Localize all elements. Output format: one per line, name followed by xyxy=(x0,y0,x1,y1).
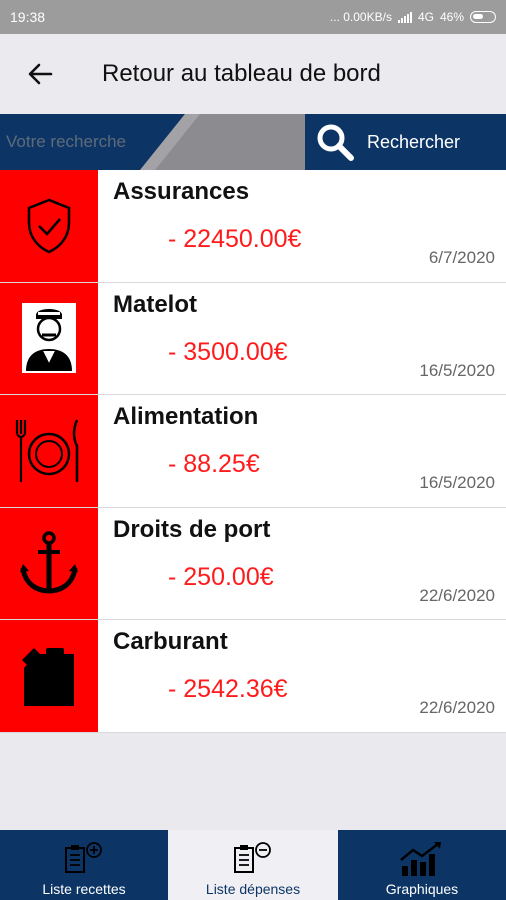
search-button-label: Rechercher xyxy=(367,131,461,152)
expense-name: Carburant xyxy=(113,628,228,655)
expense-amount: - 250.00€ xyxy=(168,562,274,591)
expense-date: 16/5/2020 xyxy=(419,360,495,380)
page-title[interactable]: Retour au tableau de bord xyxy=(102,60,381,88)
list-item[interactable]: Alimentation - 88.25€ 16/5/2020 xyxy=(0,395,506,508)
network-speed: ... 0.00KB/s xyxy=(329,10,392,24)
battery-icon xyxy=(470,11,496,23)
shield-check-icon xyxy=(27,198,71,254)
tab-liste-depenses[interactable]: Liste dépenses xyxy=(168,830,338,900)
category-icon-box xyxy=(0,170,98,282)
bottom-navigation: Liste recettes Liste dépenses Graphiques xyxy=(0,830,506,900)
search-button[interactable]: Rechercher xyxy=(305,114,506,170)
category-icon-box xyxy=(0,282,98,394)
category-icon-box xyxy=(0,395,98,507)
fuel-can-icon xyxy=(22,647,74,706)
chart-icon xyxy=(400,842,441,876)
list-item[interactable]: Carburant - 2542.36€ 22/6/2020 xyxy=(0,620,506,733)
search-input[interactable] xyxy=(0,114,305,170)
list-item[interactable]: Droits de port - 250.00€ 22/6/2020 xyxy=(0,507,506,620)
tab-label: Liste dépenses xyxy=(205,881,301,897)
clipboard-minus-icon xyxy=(234,842,271,873)
tab-label: Liste recettes xyxy=(42,881,126,897)
expense-date: 6/7/2020 xyxy=(428,248,495,267)
battery-percent: 46% xyxy=(439,10,464,24)
expense-amount: - 22450.00€ xyxy=(168,225,302,253)
category-icon-box xyxy=(0,507,98,619)
back-button[interactable] xyxy=(0,34,80,114)
expense-amount: - 2542.36€ xyxy=(168,675,288,703)
search-bar: Rechercher xyxy=(0,114,506,170)
tab-graphiques[interactable]: Graphiques xyxy=(338,830,506,900)
tab-liste-recettes[interactable]: Liste recettes xyxy=(0,830,168,900)
category-icon-box xyxy=(0,620,98,732)
search-icon xyxy=(317,124,354,161)
sailor-icon xyxy=(22,303,76,374)
expense-name: Alimentation xyxy=(113,403,259,430)
expense-name: Matelot xyxy=(113,290,197,318)
app-bar: Retour au tableau de bord xyxy=(0,34,506,114)
list-item[interactable]: Assurances - 22450.00€ 6/7/2020 xyxy=(0,170,506,283)
arrow-left-icon xyxy=(28,63,53,85)
status-time: 19:38 xyxy=(10,9,46,25)
expense-date: 22/6/2020 xyxy=(419,698,495,717)
status-right: ... 0.00KB/s 4G 46% xyxy=(330,10,496,24)
network-type: 4G xyxy=(417,10,434,24)
anchor-icon xyxy=(20,531,78,594)
list-item[interactable]: Matelot - 3500.00€ 16/5/2020 xyxy=(0,282,506,395)
expense-name: Assurances xyxy=(113,178,250,205)
expense-name: Droits de port xyxy=(113,515,271,543)
expense-amount: - 88.25€ xyxy=(168,450,260,478)
expense-date: 22/6/2020 xyxy=(419,585,495,605)
expense-amount: - 3500.00€ xyxy=(168,337,288,366)
plate-cutlery-icon xyxy=(15,419,79,482)
clipboard-plus-icon xyxy=(65,842,102,873)
expense-date: 16/5/2020 xyxy=(419,473,495,492)
tab-label: Graphiques xyxy=(385,881,459,897)
signal-icon xyxy=(397,11,412,23)
status-bar: 19:38 ... 0.00KB/s 4G 46% xyxy=(0,0,506,34)
expense-list: Assurances - 22450.00€ 6/7/2020 Matelot … xyxy=(0,170,506,733)
